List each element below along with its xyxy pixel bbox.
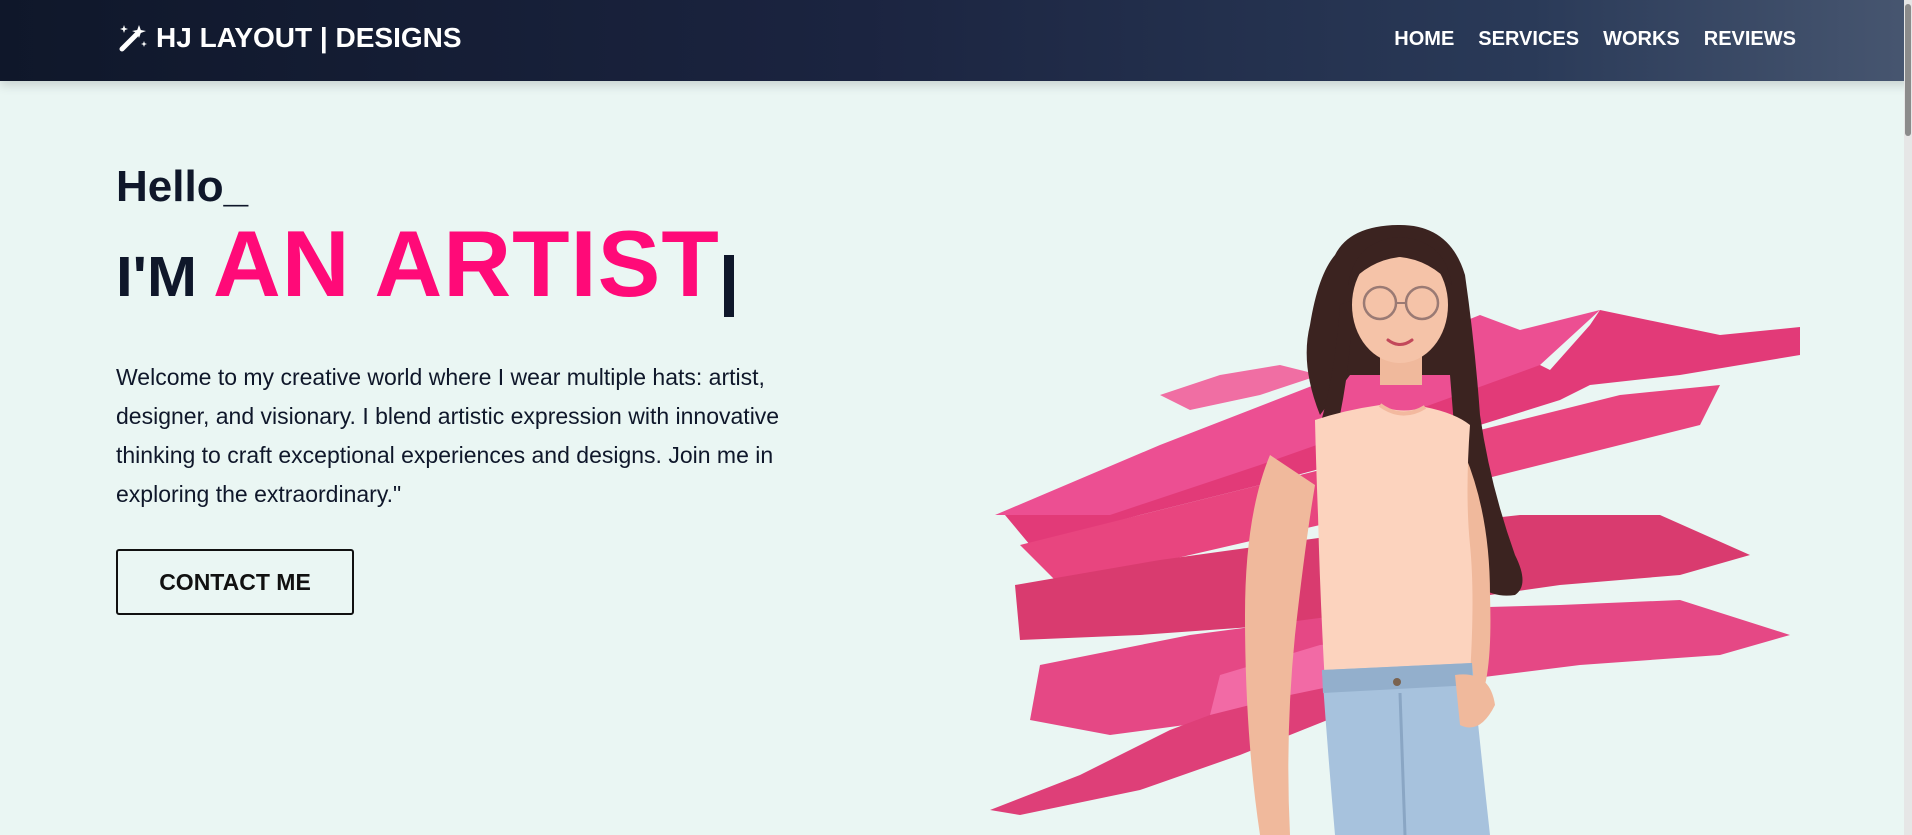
nav-menu: HOME SERVICES WORKS REVIEWS (1394, 28, 1796, 51)
magic-wand-icon (119, 25, 147, 52)
hero-role: AN ARTIST (212, 211, 720, 316)
contact-me-button[interactable]: CONTACT ME (116, 549, 354, 615)
top-navbar: HJ LAYOUT | DESIGNS HOME SERVICES WORKS … (0, 0, 1912, 81)
hero-prefix: I'M (116, 244, 197, 308)
typing-cursor (723, 254, 734, 317)
scrollbar-thumb[interactable] (1905, 4, 1911, 136)
nav-link-reviews[interactable]: REVIEWS (1704, 28, 1796, 51)
nav-link-services[interactable]: SERVICES (1478, 28, 1579, 51)
brand-logo[interactable]: HJ LAYOUT | DESIGNS (116, 22, 462, 54)
brand-name: HJ LAYOUT | DESIGNS (156, 22, 462, 53)
page-scrollbar[interactable] (1904, 0, 1912, 835)
hero-title: I'M AN ARTIST (116, 211, 734, 317)
nav-link-home[interactable]: HOME (1394, 28, 1454, 51)
nav-link-works[interactable]: WORKS (1603, 28, 1680, 51)
hero-intro: Welcome to my creative world where I wea… (116, 364, 780, 507)
hero-portrait-image (990, 225, 1800, 835)
hero-greeting: Hello_ (116, 162, 249, 211)
